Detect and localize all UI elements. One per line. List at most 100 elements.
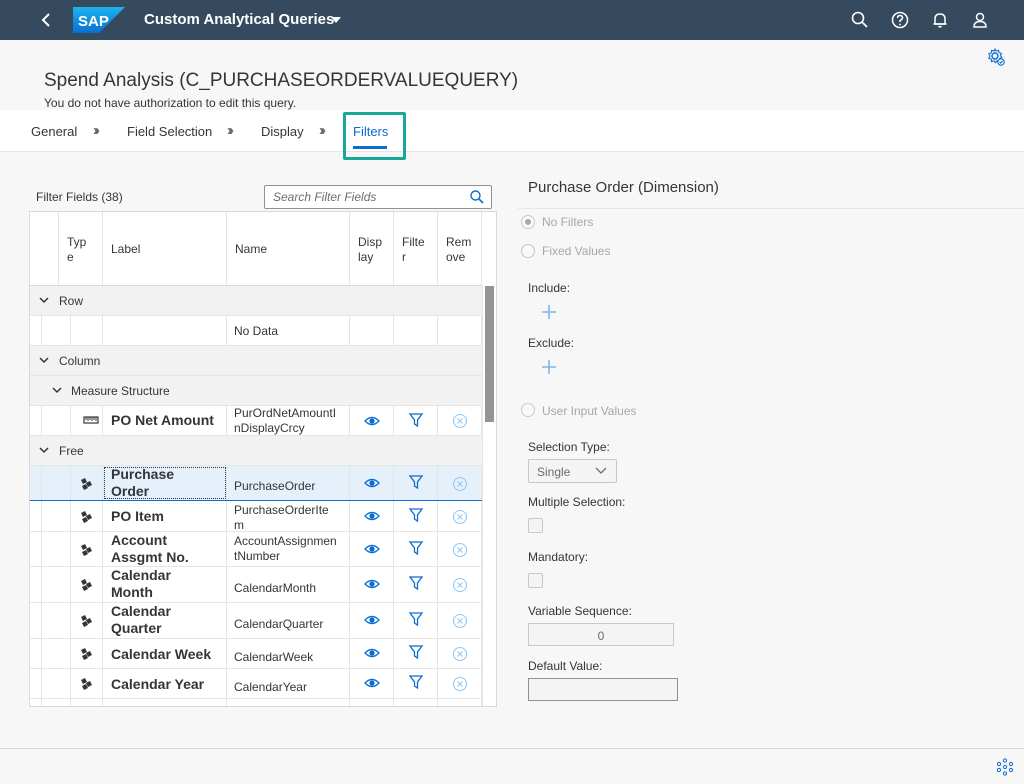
- filter-funnel-icon[interactable]: [408, 674, 424, 690]
- filter-funnel-icon[interactable]: [408, 507, 424, 523]
- table-row[interactable]: Account Assgmt No. AccountAssignmen tNumber: [30, 532, 482, 567]
- display-eye-icon[interactable]: [364, 541, 380, 557]
- remove-circle-icon[interactable]: [452, 613, 468, 629]
- back-arrow-icon[interactable]: [36, 10, 56, 30]
- tab-display[interactable]: Display: [261, 124, 304, 139]
- column-header-name[interactable]: Name: [227, 212, 350, 285]
- radio-user-input-values[interactable]: [521, 403, 535, 417]
- mandatory-checkbox[interactable]: [528, 573, 543, 588]
- tab-field-selection[interactable]: Field Selection: [127, 124, 212, 139]
- chevron-down-icon[interactable]: [39, 295, 49, 305]
- add-exclude-plus-icon[interactable]: [541, 359, 557, 375]
- group-free[interactable]: Free: [30, 436, 482, 466]
- annotation-highlight-box: [343, 112, 406, 160]
- table-scrollbar-thumb[interactable]: [485, 286, 494, 422]
- column-header-type[interactable]: Typ e: [59, 212, 103, 285]
- dimension-icon: [81, 615, 92, 627]
- personalize-grid-icon[interactable]: [996, 758, 1014, 776]
- table-row[interactable]: Calendar Quarter CalendarQuarter: [30, 603, 482, 639]
- filter-funnel-icon[interactable]: [408, 540, 424, 556]
- display-eye-icon[interactable]: [364, 645, 380, 661]
- filter-fields-table: Typ e Label Name Disp lay Filte r Rem ove Ro…: [29, 211, 497, 707]
- tab-separator-icon: ›››: [227, 122, 234, 139]
- display-eye-icon[interactable]: [364, 508, 380, 524]
- default-value-input[interactable]: [528, 678, 678, 701]
- dimension-icon: [81, 511, 92, 523]
- group-row[interactable]: Row: [30, 286, 482, 316]
- tab-separator-icon: ›››: [319, 122, 326, 139]
- add-include-plus-icon[interactable]: [541, 304, 557, 320]
- display-eye-icon[interactable]: [364, 612, 380, 628]
- search-filter-fields-input[interactable]: [273, 189, 463, 205]
- notifications-bell-icon[interactable]: [930, 10, 950, 30]
- display-eye-icon[interactable]: [364, 576, 380, 592]
- table-row[interactable]: Calendar Month CalendarMonth: [30, 567, 482, 603]
- settings-gear-icon[interactable]: [986, 47, 1006, 67]
- column-header-selector: [30, 212, 59, 285]
- search-icon[interactable]: [850, 10, 870, 30]
- svg-text:SAP: SAP: [78, 13, 109, 30]
- selection-type-select[interactable]: Single: [528, 459, 617, 483]
- filter-funnel-icon[interactable]: [408, 644, 424, 660]
- help-icon[interactable]: [890, 10, 910, 30]
- app-title-dropdown-icon[interactable]: [331, 16, 341, 24]
- radio-user-input-values-label: User Input Values: [542, 404, 637, 418]
- remove-circle-icon[interactable]: [452, 676, 468, 692]
- tab-separator-icon: ›››: [93, 122, 100, 139]
- search-icon[interactable]: [469, 189, 485, 205]
- remove-circle-icon[interactable]: [452, 542, 468, 558]
- remove-circle-icon[interactable]: [452, 476, 468, 492]
- sap-logo[interactable]: SAP: [73, 7, 125, 33]
- variable-sequence-input[interactable]: 0: [528, 623, 674, 646]
- radio-fixed-values-label: Fixed Values: [542, 244, 611, 258]
- column-header-filter[interactable]: Filte r: [394, 212, 438, 285]
- remove-circle-icon[interactable]: [452, 509, 468, 525]
- table-row[interactable]: Purchase Order PurchaseOrder: [30, 466, 482, 501]
- column-header-label[interactable]: Label: [103, 212, 227, 285]
- remove-circle-icon[interactable]: [452, 577, 468, 593]
- app-title[interactable]: Custom Analytical Queries: [144, 11, 334, 28]
- column-header-remove[interactable]: Rem ove: [438, 212, 482, 285]
- radio-fixed-values[interactable]: [521, 244, 535, 258]
- table-row[interactable]: Calendar Year CalendarYear: [30, 669, 482, 699]
- table-row-partial: [30, 699, 482, 706]
- filter-funnel-icon[interactable]: [408, 611, 424, 627]
- shell-bar: SAP Custom Analytical Queries: [0, 0, 1024, 40]
- group-column[interactable]: Column: [30, 346, 482, 376]
- display-eye-icon[interactable]: [364, 675, 380, 691]
- filter-funnel-icon[interactable]: [408, 575, 424, 591]
- page-title: Spend Analysis (C_PURCHASEORDERVALUEQUER…: [44, 70, 519, 91]
- field-label: Calendar Month: [111, 567, 171, 600]
- table-row-measure[interactable]: PO Net Amount PurOrdNetAmountI nDisplayCr…: [30, 406, 482, 436]
- field-label: Calendar Quarter: [111, 603, 171, 636]
- footer-bar: [0, 748, 1024, 784]
- dimension-icon: [81, 678, 92, 690]
- field-name: CalendarMonth: [234, 581, 317, 595]
- radio-no-filters[interactable]: [521, 215, 535, 229]
- chevron-down-icon[interactable]: [39, 445, 49, 455]
- tab-general[interactable]: General: [31, 124, 77, 139]
- multiple-selection-checkbox[interactable]: [528, 518, 543, 533]
- display-eye-icon[interactable]: [364, 413, 380, 429]
- variable-sequence-value: 0: [597, 629, 605, 643]
- multiple-selection-label: Multiple Selection:: [528, 495, 626, 509]
- exclude-label: Exclude:: [528, 336, 575, 350]
- remove-circle-icon[interactable]: [452, 413, 468, 429]
- details-divider: [518, 208, 1024, 209]
- table-row[interactable]: PO Item PurchaseOrderIte m: [30, 501, 482, 532]
- field-name: PurchaseOrderIte m: [234, 503, 329, 532]
- filter-funnel-icon[interactable]: [408, 474, 424, 490]
- user-profile-icon[interactable]: [970, 10, 990, 30]
- group-measure-structure[interactable]: Measure Structure: [30, 376, 482, 406]
- chevron-down-icon: [595, 467, 607, 474]
- remove-circle-icon[interactable]: [452, 646, 468, 662]
- mandatory-label: Mandatory:: [528, 550, 589, 564]
- column-header-display[interactable]: Disp lay: [350, 212, 394, 285]
- display-eye-icon[interactable]: [364, 475, 380, 491]
- table-row[interactable]: Calendar Week CalendarWeek: [30, 639, 482, 669]
- filter-fields-search: [264, 185, 492, 209]
- chevron-down-icon[interactable]: [52, 385, 62, 395]
- filter-funnel-icon[interactable]: [408, 412, 424, 428]
- chevron-down-icon[interactable]: [39, 355, 49, 365]
- group-label: Column: [59, 354, 101, 368]
